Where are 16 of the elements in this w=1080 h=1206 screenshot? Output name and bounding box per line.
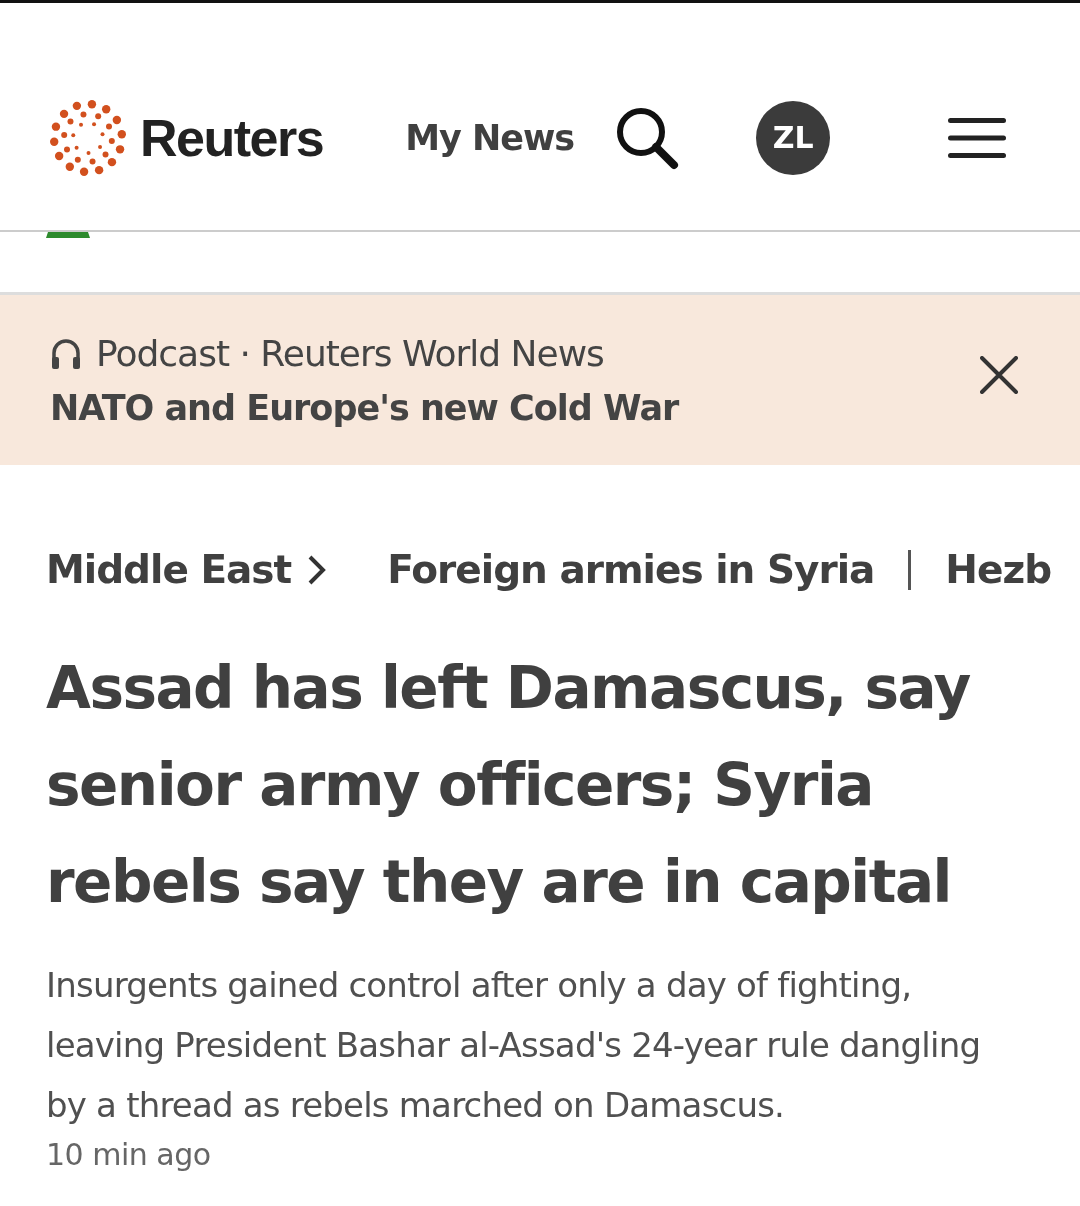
headphones-icon (50, 336, 82, 370)
chevron-icon (307, 553, 328, 586)
brand-name[interactable]: Reuters (140, 107, 324, 168)
my-news-link[interactable]: My News (405, 117, 575, 158)
section-link[interactable]: Middle East (46, 547, 292, 592)
podcast-label: Podcast · Reuters World News (96, 332, 604, 374)
timestamp: 10 min ago (46, 1137, 211, 1172)
topic-link[interactable]: Foreign armies in Syria (387, 547, 875, 592)
podcast-title[interactable]: NATO and Europe's new Cold War (50, 387, 679, 428)
article-summary: Insurgents gained control after only a day of fighting, leaving President Bashar al-Assad's 24-year rule dangling by a thread as rebels marched on Damascus. (46, 964, 982, 1127)
topic-link[interactable]: Hezb (945, 547, 1052, 592)
menu-icon[interactable] (948, 116, 1006, 159)
article-headline[interactable]: Assad has left Damascus, say senior army officers; Syria rebels say they are in capital (46, 640, 1020, 931)
close-icon[interactable] (980, 356, 1018, 394)
avatar-button[interactable]: ZL (756, 100, 831, 175)
podcast-banner[interactable]: Podcast · Reuters World News NATO and Europe's new Cold War (0, 295, 1080, 465)
